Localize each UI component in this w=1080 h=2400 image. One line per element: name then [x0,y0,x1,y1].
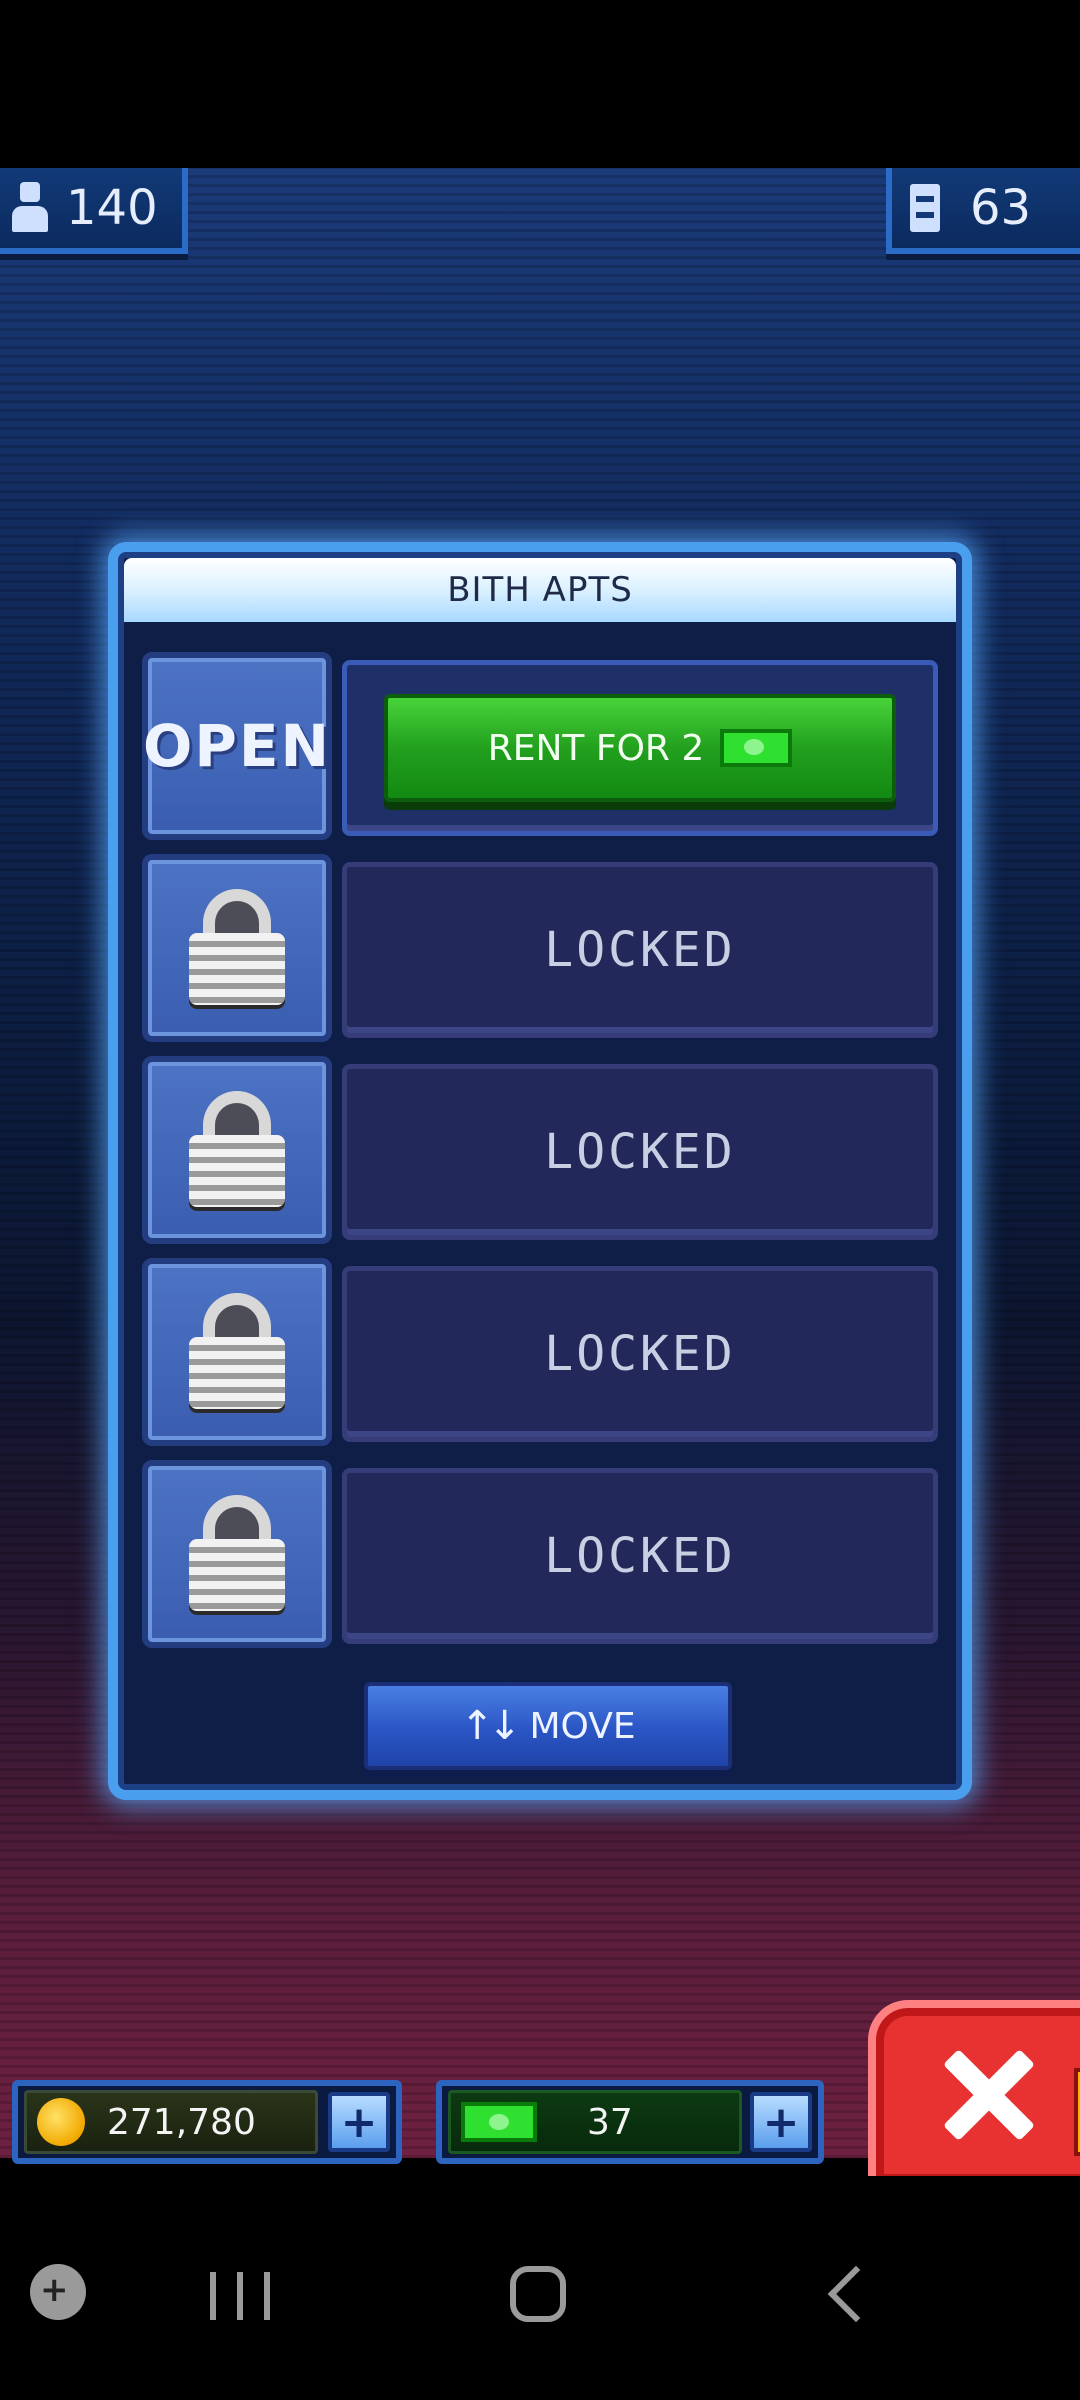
status-bar [0,0,1080,168]
lock-icon [189,1091,285,1209]
plus-icon: + [762,2096,800,2148]
move-label: MOVE [529,1705,636,1747]
open-slot-badge: OPEN [142,652,332,840]
floors-count: 63 [970,180,1032,236]
alert-icon [1074,2068,1080,2156]
lock-icon [189,889,285,1007]
home-button-icon[interactable] [510,2266,566,2322]
apartment-slot-content: LOCKED [342,1468,938,1644]
add-coins-button[interactable]: + [328,2092,390,2152]
population-count: 140 [66,180,158,236]
locked-label: LOCKED [544,922,736,978]
plus-icon: + [340,2096,378,2148]
apartment-row-locked[interactable]: LOCKED [142,1258,938,1446]
apartment-row-locked[interactable]: LOCKED [142,854,938,1042]
game-launcher-icon[interactable] [30,2264,86,2320]
coins-field: 271,780 [24,2090,318,2154]
apartment-row-locked[interactable]: LOCKED [142,1460,938,1648]
floors-badge[interactable]: 63 [886,168,1080,254]
locked-label: LOCKED [544,1124,736,1180]
bux-icon [461,2102,537,2142]
lock-badge [142,854,332,1042]
bux-field: 37 [448,2090,742,2154]
bux-icon [720,729,793,767]
floor-panel: BITH APTS OPEN RENT FOR 2 LOCKED LOCKED … [108,542,972,1800]
panel-title: BITH APTS [124,558,956,622]
apartment-slot-content: LOCKED [342,1266,938,1442]
apartment-slot-content: RENT FOR 2 [342,660,938,836]
recents-button-icon[interactable] [210,2272,270,2320]
apartment-row-open: OPEN RENT FOR 2 [142,652,938,840]
apartment-slot-content: LOCKED [342,1064,938,1240]
apartment-slot-content: LOCKED [342,862,938,1038]
rent-button[interactable]: RENT FOR 2 [384,694,896,802]
coins-value: 271,780 [107,2101,256,2143]
population-icon [10,182,50,234]
lock-badge [142,1460,332,1648]
coins-display: 271,780 + [12,2080,402,2164]
lock-badge [142,1056,332,1244]
floors-icon [910,184,940,232]
floor-name: BITH APTS [447,570,633,610]
close-button[interactable] [868,2000,1080,2190]
lock-badge [142,1258,332,1446]
lock-icon [189,1293,285,1411]
add-bux-button[interactable]: + [750,2092,812,2152]
open-label: OPEN [143,712,331,780]
population-badge[interactable]: 140 [0,168,188,254]
bux-display: 37 + [436,2080,824,2164]
locked-label: LOCKED [544,1528,736,1584]
back-button-icon[interactable] [827,2265,885,2323]
system-nav-bar [0,2176,1080,2400]
coin-icon [37,2098,85,2146]
rent-label: RENT FOR 2 [487,727,705,769]
apartment-row-locked[interactable]: LOCKED [142,1056,938,1244]
move-button[interactable]: ↑↓ MOVE [364,1682,732,1770]
close-icon [940,2047,1036,2143]
bux-value: 37 [587,2101,633,2143]
locked-label: LOCKED [544,1326,736,1382]
move-arrows-icon: ↑↓ [460,1703,521,1749]
lock-icon [189,1495,285,1613]
